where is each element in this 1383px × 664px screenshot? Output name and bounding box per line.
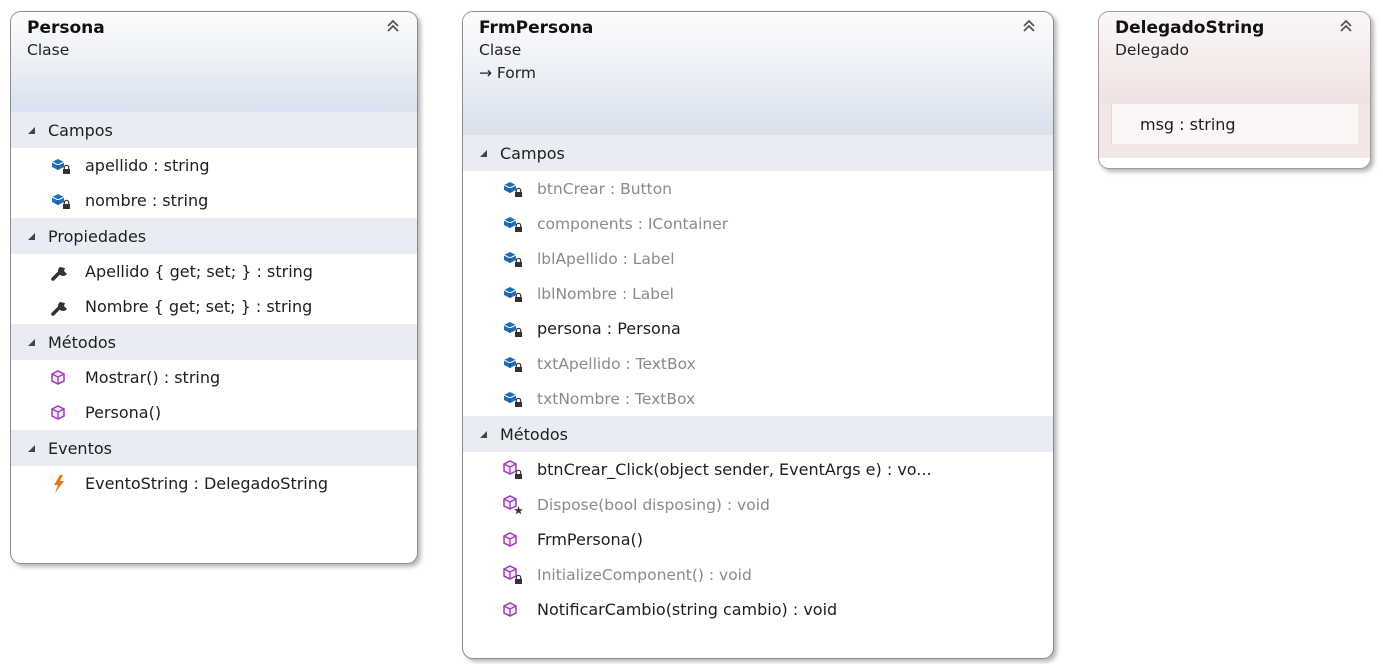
section-header-campos[interactable]: Campos [11,112,417,148]
section-label: Métodos [500,424,568,444]
expanded-triangle-icon [28,338,35,346]
section-header-eventos[interactable]: Eventos [11,430,417,466]
section-header-propiedades[interactable]: Propiedades [11,218,417,254]
member-text: btnCrear_Click(object sender, EventArgs … [537,460,932,479]
section-label: Propiedades [48,226,147,246]
member-text: Persona() [85,403,162,422]
member-text: Mostrar() : string [85,368,221,387]
collapse-chevron-icon[interactable] [1021,18,1037,34]
parameter-text: msg : string [1140,114,1236,134]
member-row[interactable]: FrmPersona() [463,522,1053,557]
member-text: txtApellido : TextBox [537,354,696,373]
expanded-triangle-icon [28,444,35,452]
section-label: Campos [500,143,565,163]
member-text: nombre : string [85,191,209,210]
delegate-shape-delegadostring[interactable]: DelegadoString Delegado msg : string [1098,11,1371,169]
member-text: apellido : string [85,156,210,175]
public-method-icon [51,404,65,420]
collapse-chevron-icon[interactable] [1338,18,1354,34]
private-field-icon [503,251,522,267]
member-text: Apellido { get; set; } : string [85,262,313,281]
expanded-triangle-icon [28,232,35,240]
private-field-icon [503,391,522,407]
member-text: NotificarCambio(string cambio) : void [537,600,838,619]
class-shape-persona[interactable]: Persona Clase Campos apellido : string n… [10,11,418,564]
section-header-metodos[interactable]: Métodos [11,324,417,360]
parameter-row[interactable]: msg : string [1111,104,1358,144]
property-wrench-icon [51,266,67,281]
protected-method-icon [503,494,523,514]
event-lightning-icon [54,474,64,493]
delegate-header: DelegadoString Delegado [1099,12,1370,104]
member-row[interactable]: Mostrar() : string [11,360,417,395]
member-row[interactable]: Nombre { get; set; } : string [11,289,417,324]
member-text: InitializeComponent() : void [537,565,752,584]
class-title: Persona [27,18,105,38]
member-row[interactable]: EventoString : DelegadoString [11,466,417,501]
expanded-triangle-icon [480,149,487,157]
member-text: lblApellido : Label [537,249,675,268]
section-label: Campos [48,120,113,140]
member-row[interactable]: btnCrear_Click(object sender, EventArgs … [463,452,1053,487]
public-method-icon [51,369,65,385]
member-text: FrmPersona() [537,530,643,549]
private-field-icon [51,158,70,174]
member-row[interactable]: lblNombre : Label [463,276,1053,311]
expanded-triangle-icon [480,430,487,438]
member-text: lblNombre : Label [537,284,674,303]
member-row[interactable]: btnCrear : Button [463,171,1053,206]
member-text: components : IContainer [537,214,729,233]
private-field-icon [51,193,70,209]
member-row[interactable]: txtNombre : TextBox [463,381,1053,416]
section-header-campos[interactable]: Campos [463,135,1053,171]
class-shape-frmpersona[interactable]: FrmPersona Clase → Form Campos btnCrear … [462,11,1054,659]
collapse-chevron-icon[interactable] [385,18,401,34]
member-row[interactable]: InitializeComponent() : void [463,557,1053,592]
class-kind: Clase [479,41,522,59]
member-text: Nombre { get; set; } : string [85,297,313,316]
member-row[interactable]: Dispose(bool disposing) : void [463,487,1053,522]
class-kind: Clase [27,41,70,59]
member-row[interactable]: apellido : string [11,148,417,183]
member-row[interactable]: lblApellido : Label [463,241,1053,276]
section-header-metodos[interactable]: Métodos [463,416,1053,452]
member-row[interactable]: persona : Persona [463,311,1053,346]
private-field-icon [503,181,522,197]
private-method-icon [503,459,522,479]
private-method-icon [503,564,522,584]
member-row[interactable]: components : IContainer [463,206,1053,241]
section-label: Métodos [48,332,116,352]
member-row[interactable]: Apellido { get; set; } : string [11,254,417,289]
delegate-title: DelegadoString [1115,18,1265,38]
delegate-kind: Delegado [1115,41,1189,59]
member-text: persona : Persona [537,319,681,338]
public-method-icon [503,531,517,547]
private-field-icon [503,321,522,337]
member-text: btnCrear : Button [537,179,672,198]
member-row[interactable]: txtApellido : TextBox [463,346,1053,381]
member-row[interactable]: Persona() [11,395,417,430]
member-text: txtNombre : TextBox [537,389,696,408]
private-field-icon [503,356,522,372]
member-text: Dispose(bool disposing) : void [537,495,770,514]
member-row[interactable]: NotificarCambio(string cambio) : void [463,592,1053,627]
expanded-triangle-icon [28,126,35,134]
private-field-icon [503,286,522,302]
delegate-parameters: msg : string [1099,104,1370,158]
class-title: FrmPersona [479,18,594,38]
property-wrench-icon [51,301,67,316]
section-label: Eventos [48,438,112,458]
public-method-icon [503,601,517,617]
base-class-label: → Form [479,64,536,82]
private-field-icon [503,216,522,232]
member-row[interactable]: nombre : string [11,183,417,218]
class-header: FrmPersona Clase → Form [463,12,1053,135]
class-header: Persona Clase [11,12,417,112]
member-text: EventoString : DelegadoString [85,474,329,493]
